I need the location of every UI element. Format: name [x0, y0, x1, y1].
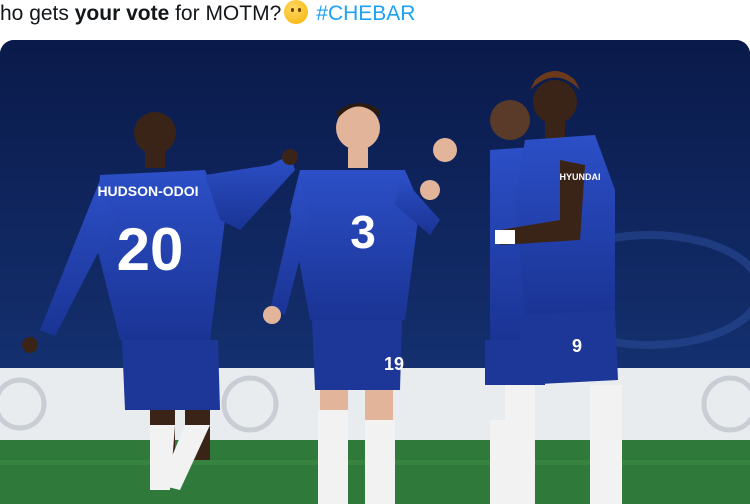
hashtag-link[interactable]: #CHEBAR	[316, 2, 415, 25]
hand	[433, 138, 457, 162]
tweet-photo[interactable]: HUDSON-ODOI 20 3 19 HYUNDAI 9	[0, 40, 750, 504]
tweet-text: ho gets your vote for MOTM? #CHEBAR	[0, 0, 750, 32]
player-center-chest: 3	[350, 206, 376, 258]
thinking-face-icon	[284, 0, 309, 24]
tweet-text-after: for MOTM?	[169, 2, 282, 25]
player-left-name: HUDSON-ODOI	[97, 183, 198, 199]
player-right-number: 9	[572, 336, 582, 356]
tweet-text-before: ho gets	[0, 2, 75, 25]
tweet-text-bold: your vote	[74, 2, 170, 25]
hand	[420, 180, 440, 200]
player-center-number: 19	[384, 354, 404, 374]
player-left-number: 20	[117, 216, 184, 283]
sponsor-text: HYUNDAI	[559, 172, 600, 182]
